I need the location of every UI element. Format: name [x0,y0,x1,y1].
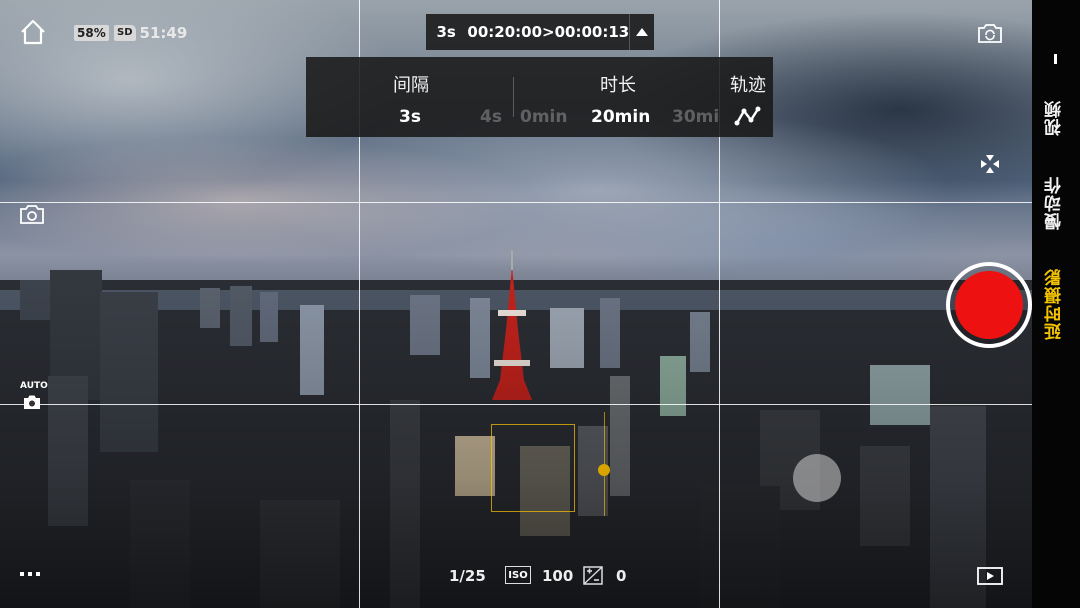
duration-option-prev[interactable]: 0min [520,107,567,127]
timelapse-interval: 3s [436,23,456,41]
grid-line-h1 [0,202,1032,203]
shutter-speed[interactable]: 1/25 [449,567,486,585]
exposure-compensation-icon[interactable] [583,566,603,590]
mode-video[interactable]: 视频 [1042,100,1070,136]
collapse-arrow-icon[interactable] [629,14,654,50]
switch-camera-icon[interactable] [976,21,1004,50]
auto-camera-icon[interactable] [22,393,42,416]
exposure-sun-icon[interactable] [598,464,610,476]
photo-mode-icon[interactable] [18,202,46,231]
grid-line-h2 [0,404,1032,405]
panel-divider [513,77,514,117]
compress-icon[interactable] [976,150,1004,183]
battery-indicator: 58% [74,24,109,42]
assistive-touch-ball[interactable] [793,454,841,502]
iso-label[interactable]: ISO [505,566,531,584]
focus-frame[interactable] [491,424,575,512]
duration-option-selected[interactable]: 20min [591,107,650,127]
auto-mode-label: AUTO [20,381,48,391]
home-icon[interactable] [19,18,47,51]
timelapse-duration-mapping: 00:20:00>00:00:13 [467,23,630,41]
sd-card-icon: SD [114,25,136,41]
timelapse-settings-panel: 间隔 时长 轨迹 3s 4s 0min 20min 30min [306,57,773,137]
playback-icon[interactable] [977,566,1003,591]
more-icon[interactable] [20,572,40,576]
remaining-time: 51:49 [139,24,188,42]
track-icon[interactable] [734,105,762,132]
battery-percent: 58% [74,25,109,41]
mode-menu-indicator[interactable] [1054,54,1057,64]
interval-option-selected[interactable]: 3s [399,107,421,127]
record-button[interactable] [946,262,1032,348]
interval-option-next[interactable]: 4s [480,107,502,127]
ev-value[interactable]: 0 [616,567,626,585]
track-header[interactable]: 轨迹 [730,71,766,97]
duration-header: 时长 [600,75,636,95]
mode-slow-motion[interactable]: 慢动作 [1042,176,1070,230]
iso-value[interactable]: 100 [542,567,573,585]
mode-timelapse[interactable]: 延时摄影 [1042,268,1070,340]
interval-header: 间隔 [393,75,429,95]
timelapse-summary-bar[interactable]: 3s 00:20:00>00:00:13 [426,14,654,50]
storage-indicator: SD 51:49 [114,24,187,42]
record-button-core [955,271,1023,339]
duration-option-next[interactable]: 30min [672,107,718,127]
